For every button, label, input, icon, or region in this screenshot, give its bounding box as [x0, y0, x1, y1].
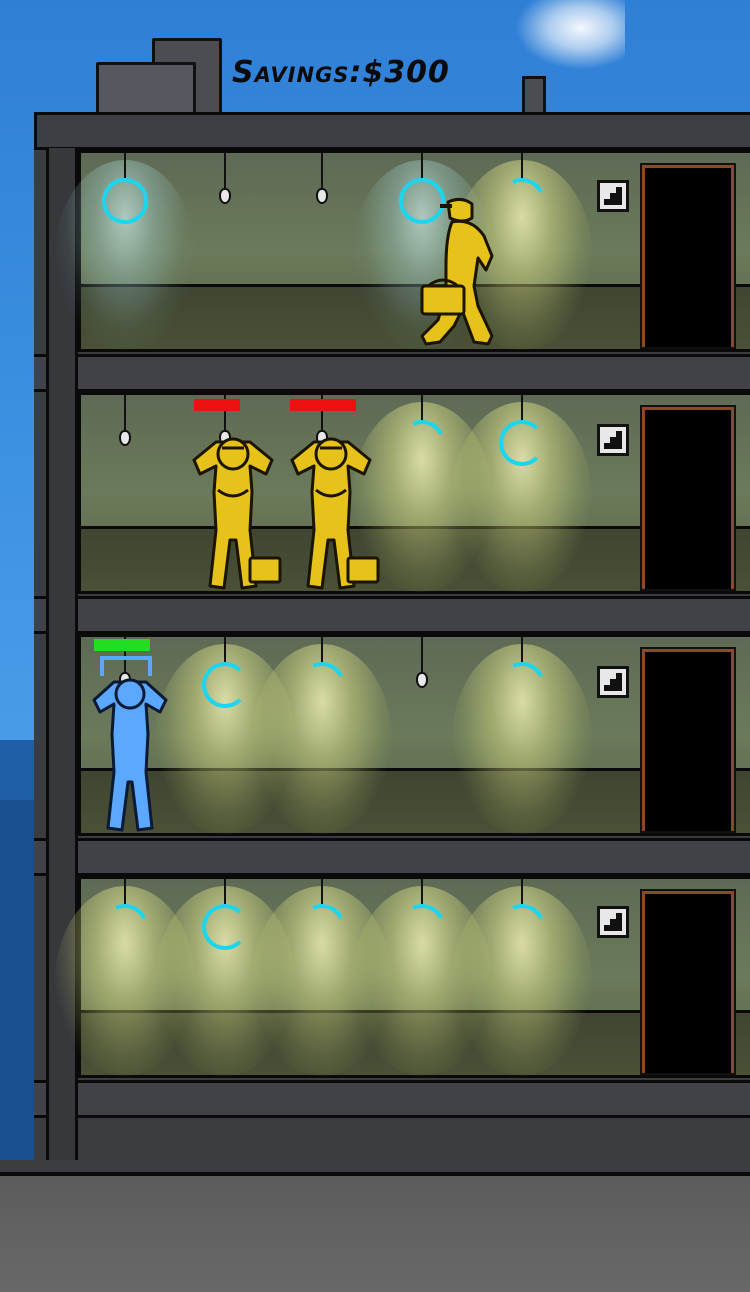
exit-door[interactable] [642, 649, 734, 831]
floor-slab [34, 1080, 750, 1118]
villain-hostage[interactable] [186, 430, 282, 592]
light-wire [224, 879, 226, 905]
floor-slab [34, 354, 750, 392]
stairs-icon [604, 913, 622, 931]
stairs-icon [604, 187, 622, 205]
light-timer-ring-icon[interactable] [102, 178, 148, 224]
light-wire [124, 153, 126, 179]
light-wire [521, 637, 523, 663]
health-bar [290, 399, 356, 411]
stairs-icon [604, 431, 622, 449]
light-timer-ring-icon[interactable] [202, 904, 248, 950]
light-wire [521, 879, 523, 905]
light-wire [224, 637, 226, 663]
light-wire [421, 153, 423, 179]
floor-slab [34, 838, 750, 876]
exit-door[interactable] [642, 407, 734, 589]
smoke-cloud [515, 0, 625, 70]
exit-door[interactable] [642, 891, 734, 1073]
floor-slab [34, 596, 750, 634]
stairs-icon [604, 673, 622, 691]
villain-walking[interactable] [412, 196, 502, 354]
stairs-button[interactable] [597, 666, 629, 698]
light-timer-ring-icon[interactable] [499, 420, 545, 466]
light-wire [124, 395, 126, 431]
light-wire [421, 637, 423, 673]
light-wire [521, 395, 523, 421]
roof-ledge [34, 112, 750, 150]
light-wire [521, 153, 523, 179]
stairs-button[interactable] [597, 180, 629, 212]
stairs-button[interactable] [597, 906, 629, 938]
light-wire [224, 153, 226, 189]
light-wire [124, 879, 126, 905]
street [0, 1172, 750, 1292]
stairs-button[interactable] [597, 424, 629, 456]
player-character[interactable] [88, 672, 170, 834]
health-bar [194, 399, 240, 411]
player-health-bar [94, 639, 150, 651]
villain-hostage[interactable] [284, 430, 380, 592]
light-wire [421, 879, 423, 905]
light-bulb-icon[interactable] [219, 188, 231, 204]
light-timer-ring-icon[interactable] [202, 662, 248, 708]
savings-value: $300 [362, 55, 450, 90]
light-wire [321, 153, 323, 189]
building-pillar [46, 148, 78, 1172]
light-bulb-icon[interactable] [119, 430, 131, 446]
exit-door[interactable] [642, 165, 734, 347]
game-scene: Savings:$300 [0, 0, 750, 1292]
light-wire [421, 395, 423, 421]
light-wire [321, 637, 323, 663]
light-bulb-icon[interactable] [416, 672, 428, 688]
savings-label: Savings: [232, 55, 363, 90]
light-wire [321, 879, 323, 905]
savings-counter: Savings:$300 [232, 55, 450, 90]
light-bulb-icon[interactable] [316, 188, 328, 204]
